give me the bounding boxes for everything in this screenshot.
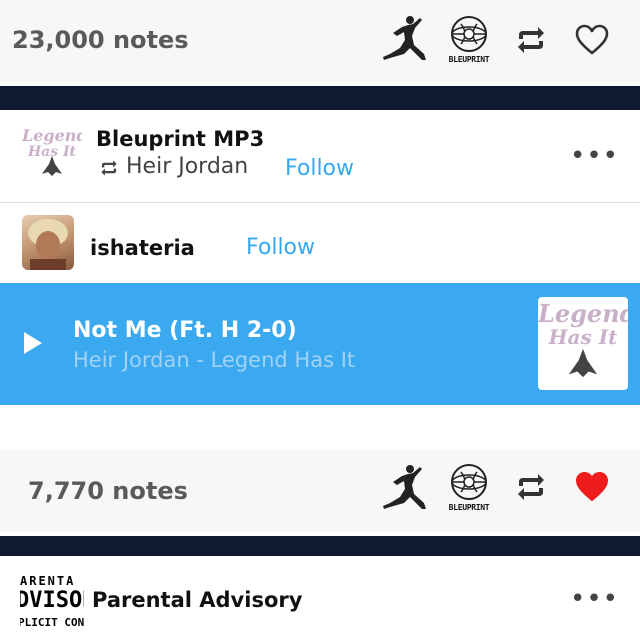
pa-logo-row-1: ARENTA	[20, 574, 76, 588]
reblog-icon[interactable]	[514, 25, 548, 55]
follow-reblogger-button[interactable]: Follow	[246, 235, 315, 260]
reblogger-avatar[interactable]	[22, 215, 74, 270]
bleuprint-badge-icon[interactable]: BLEUPRINT	[441, 14, 497, 70]
post-separator-2	[0, 536, 640, 556]
bleuprint-badge-icon[interactable]: BLEUPRINT	[441, 462, 497, 518]
reblog-icon[interactable]	[514, 472, 548, 502]
more-icon[interactable]: •••	[570, 143, 619, 169]
reblog-blog-name[interactable]: Bleuprint MP3	[96, 127, 264, 151]
track-title: Not Me (Ft. H 2-0)	[73, 318, 297, 343]
bleuprint-word: BLEUPRINT	[448, 55, 490, 64]
track-artist-album: Heir Jordan - Legend Has It	[73, 348, 356, 372]
heart-icon[interactable]	[575, 24, 609, 56]
post-footer-bottom: 7,770 notes BLEUPRINT	[0, 450, 640, 532]
parental-advisory-logo[interactable]: ARENTA DVISOR PLICIT CONTE	[20, 572, 84, 632]
notes-count-bottom[interactable]: 7,770 notes	[28, 477, 188, 505]
notes-count[interactable]: 23,000 notes	[12, 26, 189, 54]
jumpman-icon	[383, 465, 426, 509]
post-footer-top: 23,000 notes BLEUPRINT	[0, 0, 640, 82]
pa-logo-row-2: DVISOR	[20, 588, 84, 613]
more-icon[interactable]: •••	[570, 586, 619, 612]
follow-button[interactable]: Follow	[285, 156, 354, 181]
blog-avatar[interactable]: Legend Has It	[22, 124, 82, 184]
reblog-header: Legend Has It Bleuprint MP3 Heir Jordan …	[0, 110, 640, 202]
post-separator	[0, 86, 640, 110]
pa-logo-row-3: PLICIT CONTE	[20, 616, 84, 629]
bleuprint-word: BLEUPRINT	[448, 503, 490, 512]
next-post-blog-name[interactable]: Parental Advisory	[92, 588, 302, 612]
avatar-art-line-1: Legend	[22, 126, 82, 145]
jumpman-icon	[383, 16, 426, 60]
heart-icon-liked[interactable]	[575, 471, 609, 503]
album-art-line-1: Legend	[538, 299, 628, 328]
play-icon[interactable]	[22, 330, 44, 356]
reblog-small-icon	[101, 160, 117, 176]
header-divider	[0, 202, 640, 203]
reblogged-from-name[interactable]: Heir Jordan	[126, 154, 248, 179]
reblogger-name[interactable]: ishateria	[90, 236, 195, 260]
album-art: Legend Has It	[538, 297, 628, 390]
